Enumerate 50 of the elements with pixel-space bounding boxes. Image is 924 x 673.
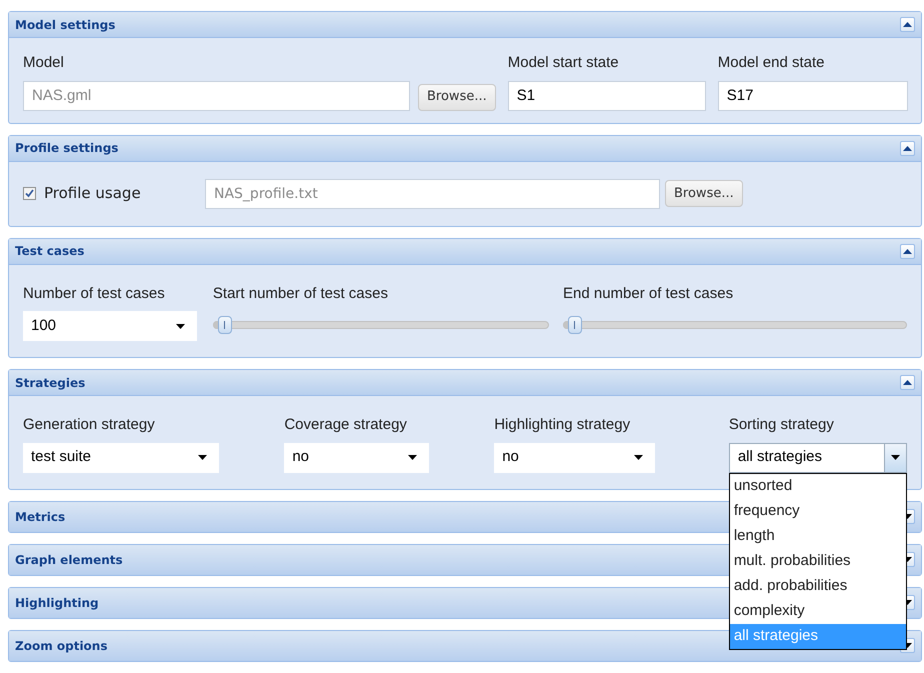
panel-title: Strategies: [15, 374, 86, 392]
panel-title: Profile settings: [15, 140, 118, 157]
dropdown-select[interactable]: no: [284, 442, 430, 472]
caret-icon: [408, 455, 418, 460]
toggle-button[interactable]: [900, 140, 915, 156]
field-label: Model start state: [508, 53, 620, 73]
slider[interactable]: [212, 315, 549, 335]
toggle-button[interactable]: [900, 244, 915, 258]
field-label: Coverage strategy: [284, 415, 408, 435]
toggle-button[interactable]: [900, 17, 915, 32]
field-label: Generation strategy: [23, 415, 156, 435]
field-label: Sorting strategy: [728, 415, 835, 435]
field-label: Start number of test cases: [212, 284, 389, 304]
field-label: Model end state: [718, 53, 826, 73]
caret-icon: [634, 455, 644, 460]
panel-title: Zoom options: [15, 638, 108, 654]
field-label: End number of test cases: [563, 284, 734, 304]
dropdown-select[interactable]: test suite: [23, 442, 219, 472]
panel-title: Metrics: [15, 508, 66, 526]
caret-icon: [903, 380, 912, 385]
panel-header[interactable]: Test cases: [9, 238, 921, 264]
panel-header[interactable]: Strategies: [9, 370, 921, 396]
panel-header[interactable]: Profile settings: [9, 136, 921, 162]
caret-icon: [890, 455, 900, 460]
slider[interactable]: [563, 315, 907, 335]
field-label: Number of test cases: [23, 284, 166, 304]
caret-icon: [903, 146, 912, 150]
browse-button[interactable]: Browse...: [665, 180, 743, 207]
toggle-button[interactable]: [900, 375, 915, 390]
dropdown-select[interactable]: no: [494, 442, 656, 472]
caret-icon: [176, 324, 185, 328]
checkbox-label: Profile usage: [44, 183, 141, 204]
dropdown-select[interactable]: all strategies: [728, 442, 907, 472]
panel-header[interactable]: Model settings: [9, 12, 921, 38]
browse-button[interactable]: Browse...: [418, 84, 496, 110]
checkbox[interactable]: [23, 187, 36, 200]
field-label: Model: [23, 53, 65, 73]
slider-thumb[interactable]: [218, 316, 232, 334]
slider-thumb[interactable]: [568, 316, 582, 334]
panel-title: Highlighting: [15, 594, 99, 612]
panel-title: Graph elements: [15, 552, 123, 568]
panel-title: Test cases: [15, 243, 84, 260]
field-label: Highlighting strategy: [494, 415, 632, 435]
caret-icon: [903, 22, 912, 27]
text-field[interactable]: S1: [508, 80, 706, 110]
dropdown-select[interactable]: 100: [23, 311, 197, 341]
caret-icon: [198, 455, 207, 460]
text-field[interactable]: S17: [718, 80, 908, 110]
caret-icon: [903, 248, 912, 254]
panel-title: Model settings: [15, 16, 116, 34]
